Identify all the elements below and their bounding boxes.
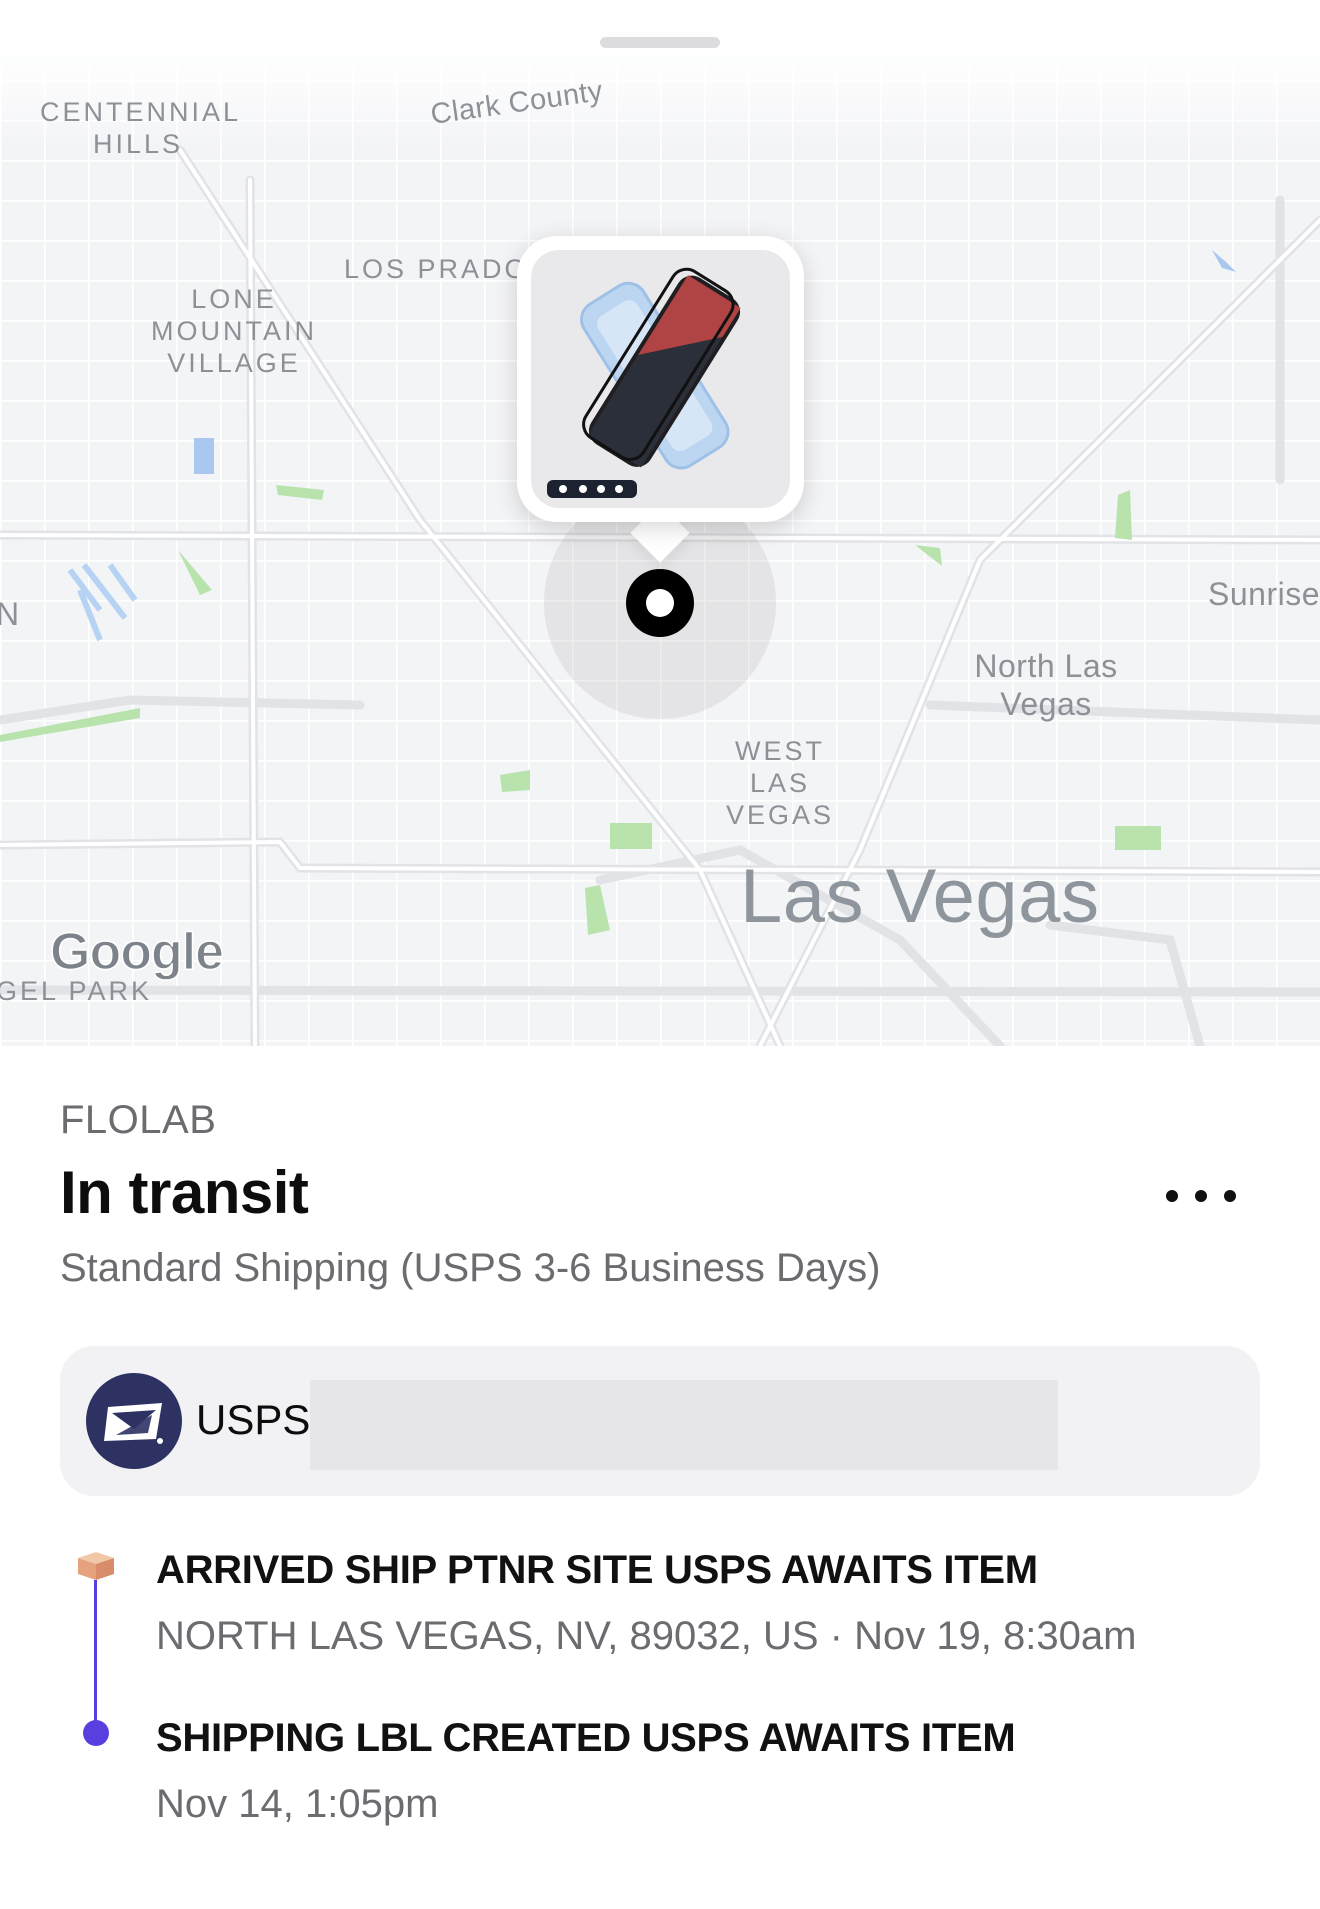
- more-horizontal-icon: [1224, 1190, 1236, 1202]
- map-view[interactable]: CENTENNIAL HILLS Clark County LOS PRADOS…: [0, 0, 1320, 1046]
- tracking-event-title: SHIPPING LBL CREATED USPS AWAITS ITEM: [156, 1716, 1016, 1760]
- sheet-grabber-handle[interactable]: [600, 37, 720, 48]
- shipment-status-title: In transit: [60, 1159, 309, 1226]
- map-label-edge: N: [0, 596, 20, 632]
- carrier-name: USPS: [196, 1396, 311, 1443]
- screen-protector-product-image: [531, 250, 790, 508]
- map-label-las-vegas: Las Vegas: [740, 854, 1100, 939]
- merchant-name: FLOLAB: [60, 1098, 217, 1142]
- more-horizontal-icon: [1195, 1190, 1207, 1202]
- usps-eagle-graphic: [104, 1403, 163, 1444]
- tracking-event-detail: Nov 14, 1:05pm: [156, 1782, 439, 1826]
- map-label-west-las-vegas: WEST LAS VEGAS: [725, 736, 835, 830]
- map-label-north-las-vegas: North Las Vegas: [974, 648, 1118, 722]
- product-thumbnail-card[interactable]: [517, 236, 804, 522]
- tracking-event-detail: NORTH LAS VEGAS, NV, 89032, US · Nov 19,…: [156, 1614, 1137, 1658]
- map-label-centennial-hills: CENTENNIAL HILLS: [40, 97, 242, 159]
- timeline-dot-icon: [83, 1720, 109, 1746]
- tracking-number-redacted[interactable]: [310, 1380, 1058, 1470]
- more-horizontal-icon: [1166, 1190, 1178, 1202]
- carrier-tracking-card[interactable]: USPS: [60, 1346, 1260, 1496]
- more-options-button[interactable]: [1166, 1176, 1236, 1216]
- current-location-pin[interactable]: [626, 569, 694, 637]
- map-label-sunrise: Sunrise: [1208, 576, 1320, 612]
- shipping-method-text: Standard Shipping (USPS 3-6 Business Day…: [60, 1246, 881, 1290]
- product-illustration: [547, 267, 741, 498]
- map-label-lone-mountain-village: LONE MOUNTAIN VILLAGE: [151, 284, 317, 378]
- tracking-event-title: ARRIVED SHIP PTNR SITE USPS AWAITS ITEM: [156, 1548, 1038, 1592]
- google-attribution-logo: Google: [49, 922, 225, 982]
- package-box-icon: [74, 1548, 118, 1589]
- usps-eagle-logo: [86, 1373, 182, 1469]
- timeline-connector: [94, 1580, 97, 1732]
